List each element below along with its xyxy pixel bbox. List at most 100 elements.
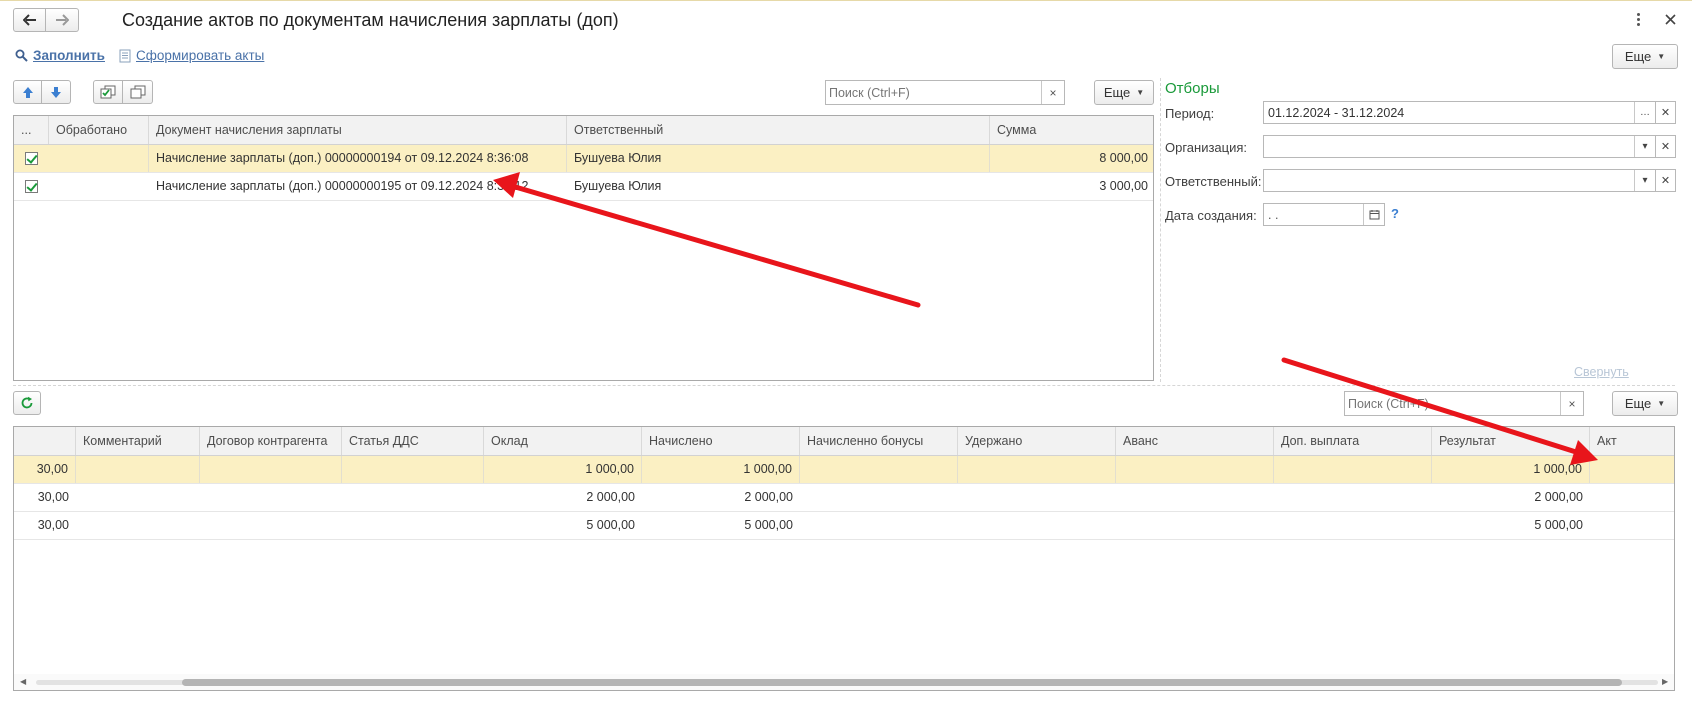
column-header-responsible[interactable]: Ответственный — [567, 116, 990, 144]
table-row[interactable]: Начисление зарплаты (доп.) 00000000195 о… — [14, 173, 1153, 201]
organization-clear-icon[interactable]: ✕ — [1656, 135, 1676, 158]
forward-button[interactable] — [46, 8, 79, 32]
responsible-label: Ответственный: — [1165, 174, 1262, 189]
lower-more-button[interactable]: Еще ▼ — [1612, 391, 1678, 416]
column-header-act[interactable]: Акт — [1590, 427, 1674, 455]
page-title: Создание актов по документам начисления … — [122, 10, 619, 30]
upper-search-input[interactable] — [826, 85, 1041, 100]
filters-title: Отборы — [1165, 80, 1220, 97]
document-icon — [119, 49, 131, 62]
column-header-processed[interactable]: Обработано — [49, 116, 149, 144]
salary-documents-table: ... Обработано Документ начисления зарпл… — [13, 115, 1154, 381]
column-header-salary[interactable]: Оклад — [484, 427, 642, 455]
period-label: Период: — [1165, 106, 1215, 121]
scroll-right-icon[interactable]: ▶ — [1662, 677, 1668, 686]
search-icon — [15, 49, 28, 62]
cell-dds — [342, 456, 484, 483]
lower-search-input[interactable] — [1345, 396, 1560, 411]
organization-field[interactable]: ▾ — [1263, 135, 1656, 158]
cell-advance — [1116, 484, 1274, 511]
calendar-icon[interactable] — [1363, 204, 1384, 225]
row-checkbox[interactable] — [25, 180, 38, 193]
column-header-result[interactable]: Результат — [1432, 427, 1590, 455]
column-header-accrued[interactable]: Начислено — [642, 427, 800, 455]
refresh-button[interactable] — [13, 391, 41, 415]
period-clear-icon[interactable]: ✕ — [1656, 101, 1676, 124]
lower-search-clear-icon[interactable]: × — [1560, 392, 1583, 415]
collapse-link[interactable]: Свернуть — [1574, 365, 1629, 379]
cell-document: Начисление зарплаты (доп.) 00000000194 о… — [149, 145, 567, 172]
create-acts-link[interactable]: Сформировать акты — [119, 48, 264, 63]
arrow-up-icon — [22, 86, 33, 98]
cell-accrued: 2 000,00 — [744, 490, 793, 504]
column-header-contract[interactable]: Договор контрагента — [200, 427, 342, 455]
chevron-down-icon: ▼ — [1136, 88, 1145, 97]
cell-extra — [1274, 512, 1432, 539]
cell-processed — [49, 173, 149, 200]
cell-first: 30,00 — [37, 490, 69, 504]
cell-comment — [76, 484, 200, 511]
cell-dds — [342, 484, 484, 511]
table-row[interactable]: 30,00 2 000,00 2 000,00 2 000,00 — [14, 484, 1674, 512]
cell-bonus — [800, 456, 958, 483]
cell-withheld — [958, 512, 1116, 539]
move-up-button[interactable] — [13, 80, 42, 104]
table-row[interactable]: 30,00 5 000,00 5 000,00 5 000,00 — [14, 512, 1674, 540]
chevron-down-icon[interactable]: ▾ — [1634, 136, 1655, 157]
table-row[interactable]: 30,00 1 000,00 1 000,00 1 000,00 — [14, 456, 1674, 484]
uncheck-all-button[interactable] — [123, 80, 153, 104]
column-header-comment[interactable]: Комментарий — [76, 427, 200, 455]
organization-label: Организация: — [1165, 140, 1248, 155]
cell-salary: 1 000,00 — [484, 456, 642, 483]
close-icon[interactable] — [1660, 9, 1680, 29]
period-value: 01.12.2024 - 31.12.2024 — [1268, 105, 1405, 120]
acts-details-table: Комментарий Договор контрагента Статья Д… — [13, 426, 1675, 691]
cell-salary: 5 000,00 — [586, 518, 635, 532]
table-header: Комментарий Договор контрагента Статья Д… — [14, 427, 1674, 456]
scrollbar-thumb[interactable] — [182, 679, 1622, 686]
fill-label: Заполнить — [33, 48, 105, 63]
responsible-clear-icon[interactable]: ✕ — [1656, 169, 1676, 192]
period-field[interactable]: 01.12.2024 - 31.12.2024 … — [1263, 101, 1656, 124]
cell-comment — [76, 456, 200, 483]
column-header-sum[interactable]: Сумма — [990, 116, 1153, 144]
help-icon[interactable]: ? — [1391, 206, 1399, 221]
row-checkbox[interactable] — [25, 152, 38, 165]
cell-act — [1590, 484, 1674, 511]
vertical-dots-icon[interactable] — [1630, 9, 1646, 29]
horizontal-scrollbar[interactable]: ◀ ▶ — [14, 674, 1674, 690]
cell-processed — [49, 145, 149, 172]
cell-contract — [200, 512, 342, 539]
chevron-down-icon: ▼ — [1657, 399, 1666, 408]
column-header-extra[interactable]: Доп. выплата — [1274, 427, 1432, 455]
table-header: ... Обработано Документ начисления зарпл… — [14, 116, 1153, 145]
column-header-document[interactable]: Документ начисления зарплаты — [149, 116, 567, 144]
cell-document: Начисление зарплаты (доп.) 00000000195 о… — [156, 179, 529, 193]
cell-withheld — [958, 484, 1116, 511]
column-header-advance[interactable]: Аванс — [1116, 427, 1274, 455]
cell-sum: 3 000,00 — [1099, 179, 1148, 193]
column-header-bonus[interactable]: Начисленно бонусы — [800, 427, 958, 455]
scroll-left-icon[interactable]: ◀ — [20, 677, 26, 686]
upper-more-button[interactable]: Еще ▼ — [1094, 80, 1154, 105]
chevron-down-icon[interactable]: ▾ — [1634, 170, 1655, 191]
creation-date-field[interactable]: . . — [1263, 203, 1385, 226]
cell-accrued: 1 000,00 — [642, 456, 800, 483]
panel-splitter[interactable] — [1160, 78, 1161, 382]
top-more-button[interactable]: Еще ▼ — [1612, 44, 1678, 69]
check-all-button[interactable] — [93, 80, 123, 104]
responsible-field[interactable]: ▾ — [1263, 169, 1656, 192]
section-splitter[interactable] — [13, 385, 1675, 386]
column-header-withheld[interactable]: Удержано — [958, 427, 1116, 455]
fill-link[interactable]: Заполнить — [15, 48, 105, 63]
table-row[interactable]: Начисление зарплаты (доп.) 00000000194 о… — [14, 145, 1153, 173]
arrow-down-icon — [51, 86, 61, 98]
column-header-mark[interactable]: ... — [14, 116, 49, 144]
ellipsis-icon[interactable]: … — [1634, 102, 1655, 123]
upper-search-clear-icon[interactable]: × — [1041, 81, 1064, 104]
column-header-dds[interactable]: Статья ДДС — [342, 427, 484, 455]
column-header-first[interactable] — [14, 427, 76, 455]
move-down-button[interactable] — [42, 80, 71, 104]
lower-search-box: × — [1344, 391, 1584, 416]
back-button[interactable] — [13, 8, 46, 32]
